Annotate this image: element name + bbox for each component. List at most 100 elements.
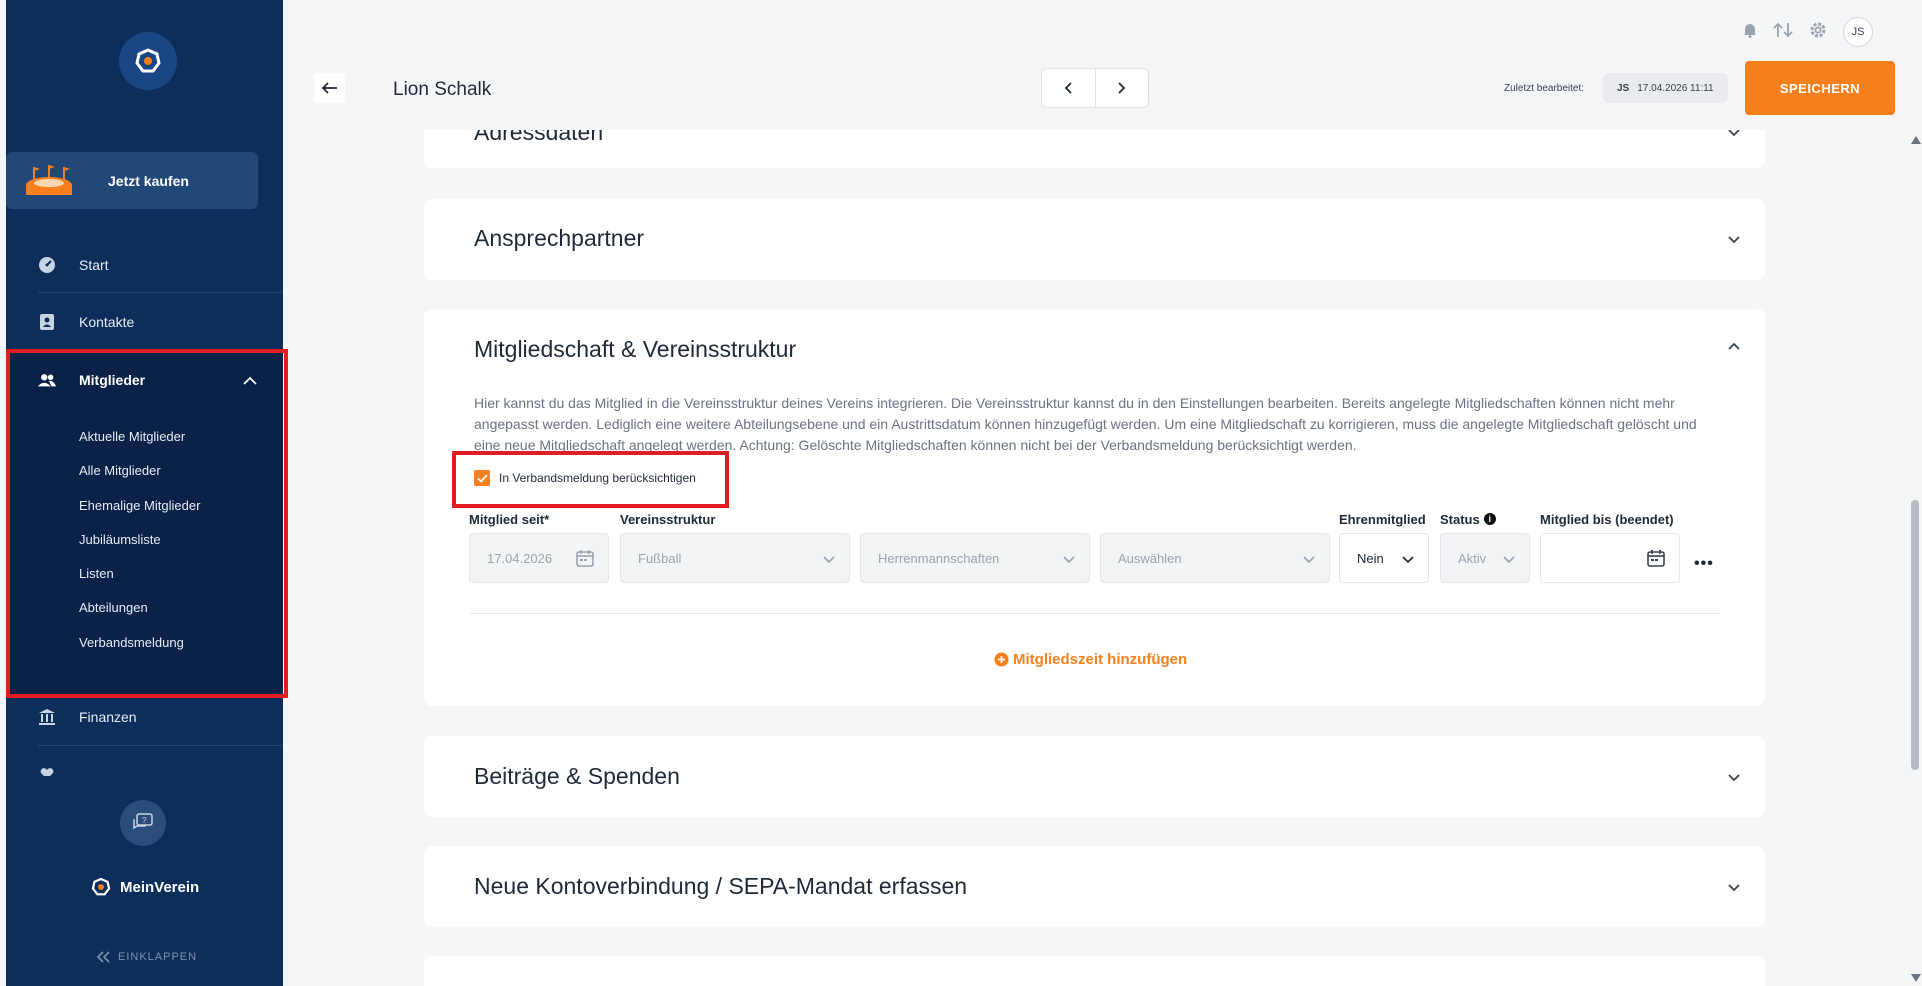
chevron-down-icon[interactable] (1726, 880, 1742, 896)
member-since-field: 17.04.2026 (469, 533, 609, 583)
member-until-field[interactable] (1540, 533, 1680, 583)
last-edited-date: 17.04.2026 11:11 (1637, 82, 1714, 94)
sidebar-item-partial[interactable] (6, 746, 283, 776)
divider (470, 613, 1720, 614)
scroll-down-arrow-icon[interactable] (1911, 974, 1921, 982)
stadium-icon (26, 164, 72, 195)
add-membership-period-label: Mitgliedszeit hinzufügen (1013, 651, 1188, 668)
submenu-item-aktuelle-mitglieder[interactable]: Aktuelle Mitglieder (79, 429, 185, 444)
sidebar-item-kontakte[interactable]: Kontakte (6, 293, 283, 350)
page-title: Lion Schalk (393, 79, 492, 100)
submenu-item-abteilungen[interactable]: Abteilungen (79, 600, 148, 615)
chevron-down-icon (1303, 552, 1315, 567)
last-edited-label: Zuletzt bearbeitet: (1504, 83, 1585, 94)
chevron-down-icon (1402, 552, 1414, 567)
section-title: Beiträge & Spenden (474, 763, 680, 789)
info-icon[interactable]: i (1483, 513, 1496, 525)
last-edited-chip: JS 17.04.2026 11:11 (1603, 73, 1728, 103)
structure-select-1: Fußball (620, 533, 850, 583)
structure-select-3[interactable]: Auswählen (1100, 533, 1330, 583)
brand-name: MeinVerein (120, 878, 200, 896)
member-since-label: Mitglied seit* (469, 512, 550, 527)
add-membership-period-link[interactable]: Mitgliedszeit hinzufügen (994, 651, 1187, 668)
scroll-up-arrow-icon[interactable] (1911, 136, 1921, 144)
member-until-label: Mitglied bis (beendet) (1540, 512, 1674, 527)
previous-record-button[interactable] (1042, 69, 1096, 107)
logo-icon (135, 48, 161, 73)
next-record-button[interactable] (1096, 69, 1149, 107)
submenu-item-jubilaeumsliste[interactable]: Jubiläumsliste (79, 532, 161, 547)
structure-value-1: Fußball (638, 550, 682, 566)
brand: MeinVerein (90, 876, 199, 898)
chevron-up-icon (243, 373, 257, 389)
verbandsmeldung-checkbox[interactable] (474, 470, 490, 486)
sidebar-item-mitglieder[interactable]: Mitglieder (6, 351, 283, 408)
more-options-icon[interactable]: ••• (1694, 555, 1714, 573)
plus-circle-icon (994, 652, 1009, 667)
structure-label: Vereinsstruktur (620, 512, 716, 527)
section-ansprechpartner[interactable]: Ansprechpartner (424, 199, 1765, 280)
submenu-item-alle-mitglieder[interactable]: Alle Mitglieder (79, 463, 161, 478)
chevron-up-icon[interactable] (1726, 338, 1742, 354)
buy-now-label: Jetzt kaufen (108, 172, 189, 189)
bank-icon (37, 707, 57, 727)
scroll-thumb[interactable] (1911, 500, 1919, 770)
checkmark-icon (476, 473, 488, 483)
sidebar-item-label: Start (79, 256, 109, 273)
chevron-down-icon[interactable] (1726, 770, 1742, 786)
sort-arrows-icon[interactable] (1773, 22, 1793, 43)
status-label: Status (1440, 512, 1480, 527)
verbandsmeldung-checkbox-row[interactable]: In Verbandsmeldung berücksichtigen (474, 470, 696, 486)
section-kontoverbindung[interactable]: Neue Kontoverbindung / SEPA-Mandat erfas… (424, 846, 1765, 927)
submenu-item-ehemalige-mitglieder[interactable]: Ehemalige Mitglieder (79, 498, 200, 513)
sidebar-item-label: Mitglieder (79, 371, 146, 388)
back-button[interactable] (315, 73, 345, 103)
heart-icon (37, 764, 57, 776)
section-title: Mitgliedschaft & Vereinsstruktur (474, 336, 797, 362)
bell-icon[interactable] (1743, 22, 1757, 43)
dashboard-icon (37, 255, 57, 275)
structure-value-2: Herrenmannschaften (878, 550, 1000, 566)
user-avatar[interactable]: JS (1843, 17, 1873, 47)
sidebar-item-finanzen[interactable]: Finanzen (6, 688, 283, 745)
save-button[interactable]: SPEICHERN (1745, 61, 1895, 115)
section-title: Ansprechpartner (474, 225, 645, 251)
section-beitraege[interactable]: Beiträge & Spenden (424, 736, 1765, 817)
submenu-item-listen[interactable]: Listen (79, 566, 114, 581)
sidebar-item-start[interactable]: Start (6, 236, 283, 293)
section-next-partial (424, 956, 1765, 986)
member-since-value: 17.04.2026 (487, 550, 553, 566)
brand-logo-icon (91, 877, 111, 896)
app-logo[interactable] (119, 32, 177, 90)
collapse-sidebar-button[interactable]: EINKLAPPEN (96, 951, 197, 963)
mitglieder-submenu: Aktuelle Mitglieder Alle Mitglieder Ehem… (6, 407, 283, 695)
people-icon (37, 370, 57, 390)
gear-icon[interactable] (1809, 21, 1827, 44)
calendar-icon[interactable] (1647, 549, 1665, 570)
chevron-left-icon (1064, 82, 1072, 94)
help-button[interactable]: ? (120, 800, 166, 846)
help-chat-icon: ? (133, 813, 153, 830)
arrow-left-icon (321, 78, 338, 99)
section-mitgliedschaft: Mitgliedschaft & Vereinsstruktur Hier ka… (424, 309, 1765, 706)
honorary-value: Nein (1357, 550, 1384, 566)
submenu-item-verbandsmeldung[interactable]: Verbandsmeldung (79, 635, 184, 650)
membership-info-text: Hier kannst du das Mitglied in die Verei… (474, 395, 1697, 453)
double-chevron-left-icon (96, 951, 110, 963)
editor-initials: JS (1617, 82, 1630, 94)
structure-value-3: Auswählen (1118, 550, 1182, 566)
top-bar: Lion Schalk JS Zuletzt bearbeitet: JS 17… (283, 0, 1922, 130)
chevron-down-icon (1063, 552, 1075, 567)
top-icon-bar: JS (1743, 17, 1873, 47)
chevron-down-icon[interactable] (1726, 232, 1742, 248)
honorary-select[interactable]: Nein (1339, 533, 1429, 583)
status-label-wrap: Status i (1440, 512, 1496, 527)
buy-now-card[interactable]: Jetzt kaufen (6, 152, 258, 209)
calendar-icon (576, 549, 594, 570)
svg-text:?: ? (142, 816, 147, 825)
collapse-label: EINKLAPPEN (118, 951, 198, 963)
contact-card-icon (37, 312, 57, 332)
vertical-scrollbar[interactable] (1908, 130, 1922, 986)
sidebar-item-label: Kontakte (79, 313, 135, 330)
sidebar-item-label: Finanzen (79, 708, 137, 725)
